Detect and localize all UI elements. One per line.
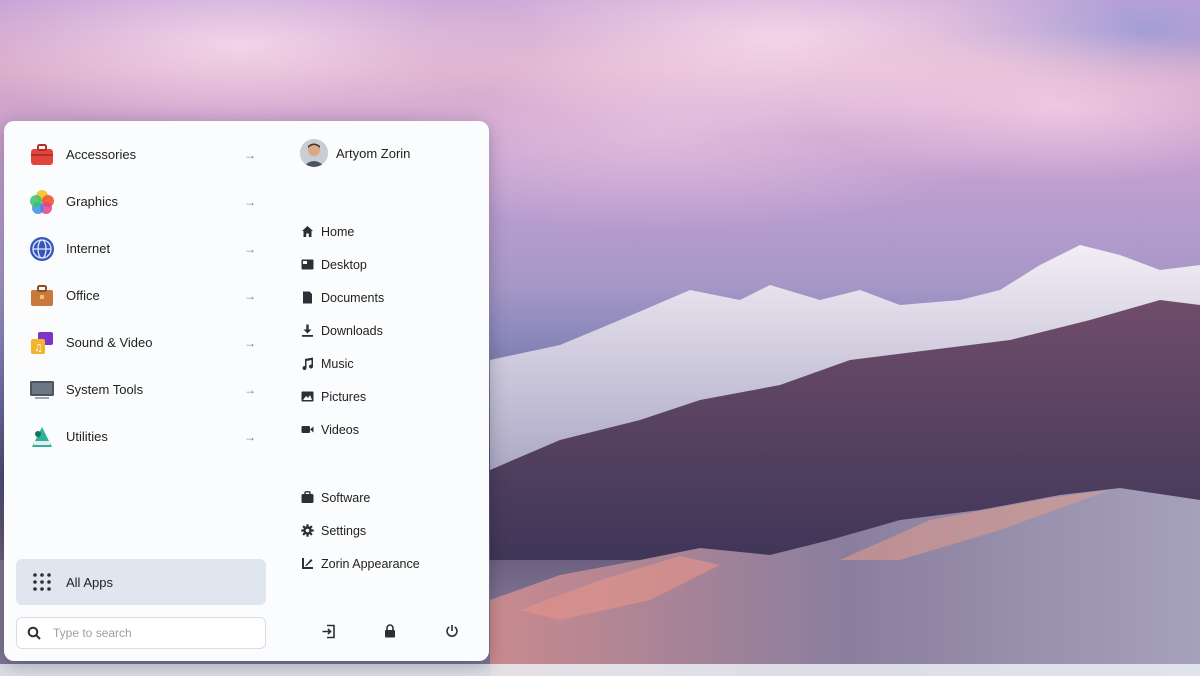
place-label: Desktop (321, 257, 367, 272)
start-menu: Accessories → Graphics → Internet → Offi… (4, 121, 489, 661)
system-label: Zorin Appearance (321, 556, 420, 571)
arrow-right-icon: → (244, 147, 256, 162)
system-settings[interactable]: Settings (300, 514, 420, 547)
category-accessories[interactable]: Accessories → (16, 131, 266, 178)
logout-icon (322, 624, 335, 638)
category-label: System Tools (66, 382, 144, 397)
place-videos[interactable]: Videos (300, 413, 384, 446)
place-music[interactable]: Music (300, 347, 384, 380)
place-label: Downloads (321, 323, 383, 338)
arrow-right-icon: → (244, 194, 256, 209)
arrow-right-icon: → (244, 429, 256, 444)
toolbox-icon (28, 141, 56, 169)
search-box[interactable] (16, 617, 266, 649)
place-label: Home (321, 224, 355, 239)
system-software[interactable]: Software (300, 481, 420, 514)
user-profile[interactable]: Artyom Zorin (300, 139, 410, 167)
system-label: Software (321, 490, 371, 505)
category-label: Internet (66, 241, 111, 256)
arrow-right-icon: → (244, 288, 256, 303)
category-system-tools[interactable]: System Tools → (16, 366, 266, 413)
category-office[interactable]: Office → (16, 272, 266, 319)
place-desktop[interactable]: Desktop (300, 248, 384, 281)
lock-icon (385, 624, 395, 638)
category-label: Accessories (66, 147, 137, 162)
power-button[interactable] (444, 623, 460, 639)
logout-button[interactable] (320, 623, 336, 639)
search-input[interactable] (51, 625, 245, 641)
taskbar-edge (0, 664, 1200, 676)
category-label: Sound & Video (66, 335, 153, 350)
grid-icon (32, 572, 52, 592)
music-icon (300, 357, 314, 371)
category-label: Graphics (66, 194, 119, 209)
category-utilities[interactable]: Utilities → (16, 413, 266, 460)
svg-text:♫: ♫ (34, 343, 43, 354)
category-list: Accessories → Graphics → Internet → Offi… (16, 131, 266, 460)
arrow-right-icon: → (244, 335, 256, 350)
system-list: Software Settings Zorin Appearance (300, 481, 420, 580)
category-label: Utilities (66, 429, 108, 444)
arrow-right-icon: → (244, 382, 256, 397)
all-apps-label: All Apps (66, 574, 113, 590)
avatar (300, 139, 328, 167)
place-pictures[interactable]: Pictures (300, 380, 384, 413)
document-icon (300, 291, 314, 305)
home-icon (300, 225, 314, 239)
places-list: Home Desktop Documents Downloads Music P… (300, 215, 384, 446)
graphics-icon (28, 188, 56, 216)
briefcase-icon (28, 282, 56, 310)
desktop-icon (300, 258, 314, 272)
place-downloads[interactable]: Downloads (300, 314, 384, 347)
place-label: Documents (321, 290, 385, 305)
system-label: Settings (321, 523, 367, 538)
place-label: Music (321, 356, 354, 371)
download-icon (300, 324, 314, 338)
category-label: Office (66, 288, 100, 303)
gear-icon (300, 524, 314, 538)
music-video-icon: ♫ (28, 329, 56, 357)
place-label: Videos (321, 422, 359, 437)
picture-icon (300, 390, 314, 404)
all-apps-button[interactable]: All Apps (16, 559, 266, 605)
globe-icon (28, 235, 56, 263)
category-internet[interactable]: Internet → (16, 225, 266, 272)
arrow-right-icon: → (244, 241, 256, 256)
software-icon (300, 491, 314, 505)
place-home[interactable]: Home (300, 215, 384, 248)
category-graphics[interactable]: Graphics → (16, 178, 266, 225)
session-controls (320, 623, 460, 639)
utilities-icon (28, 423, 56, 451)
category-sound-video[interactable]: ♫ Sound & Video → (16, 319, 266, 366)
place-label: Pictures (321, 389, 367, 404)
place-documents[interactable]: Documents (300, 281, 384, 314)
power-icon (446, 625, 458, 637)
appearance-icon (300, 557, 314, 571)
search-icon (27, 626, 41, 640)
system-zorin-appearance[interactable]: Zorin Appearance (300, 547, 420, 580)
monitor-icon (28, 376, 56, 404)
lock-button[interactable] (382, 623, 398, 639)
user-name: Artyom Zorin (336, 145, 411, 161)
video-icon (300, 423, 314, 437)
